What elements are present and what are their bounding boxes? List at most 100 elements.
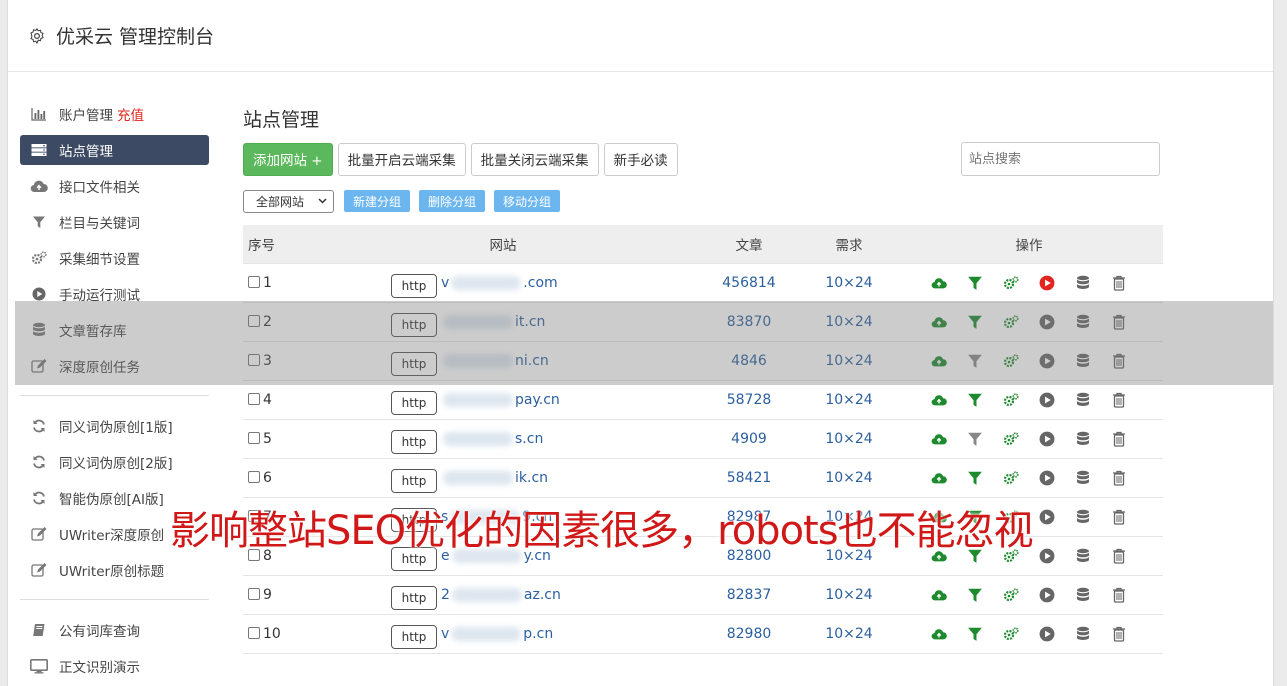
sidebar-item-g1-1[interactable]: 站点管理 xyxy=(20,135,209,165)
sidebar-item-label: 账户管理 xyxy=(59,108,113,124)
gears-icon[interactable] xyxy=(1003,275,1019,291)
sidebar-item-g1-4[interactable]: 采集细节设置 xyxy=(20,240,209,276)
recharge-link[interactable]: 充值 xyxy=(117,104,144,124)
database-icon[interactable] xyxy=(1075,587,1091,603)
play-circle-icon[interactable] xyxy=(1039,509,1055,525)
article-count[interactable]: 58421 xyxy=(695,457,803,497)
play-circle-icon[interactable] xyxy=(1039,548,1055,564)
batch-close-cloud-button[interactable]: 批量关闭云端采集 xyxy=(470,142,599,176)
trash-icon[interactable] xyxy=(1111,275,1127,291)
filter-icon[interactable] xyxy=(967,470,983,486)
cloud-upload-icon[interactable] xyxy=(931,275,947,291)
demand-value[interactable]: 10×24 xyxy=(803,418,895,458)
site-cell: http v p.cn xyxy=(311,613,695,654)
row-checkbox[interactable] xyxy=(248,275,260,288)
filter-icon[interactable] xyxy=(967,587,983,603)
site-domain-link[interactable]: ik.cn xyxy=(441,470,548,486)
sidebar-item-g3-1[interactable]: 正文识别演示 xyxy=(20,648,209,684)
demand-value[interactable]: 10×24 xyxy=(803,574,895,614)
filter-icon[interactable] xyxy=(967,431,983,447)
new-group-button[interactable]: 新建分组 xyxy=(344,190,411,212)
add-site-button[interactable]: 添加网站 + xyxy=(243,142,333,176)
move-group-button[interactable]: 移动分组 xyxy=(494,190,561,212)
group-select[interactable]: 全部网站 xyxy=(243,189,334,213)
gears-icon[interactable] xyxy=(1003,626,1019,642)
row-checkbox[interactable] xyxy=(248,470,260,483)
row-index: 6 xyxy=(263,469,272,486)
play-circle-icon[interactable] xyxy=(1039,392,1055,408)
row-checkbox[interactable] xyxy=(248,587,260,600)
cloud-upload-icon[interactable] xyxy=(931,626,947,642)
filter-icon[interactable] xyxy=(967,392,983,408)
table-row: 4 http pay.cn 58728 10×24 xyxy=(243,379,1163,419)
sidebar-item-label: 同义词伪原创[2版] xyxy=(59,456,173,472)
site-cell: http ik.cn xyxy=(311,457,695,497)
site-domain-link[interactable]: v p.cn xyxy=(441,626,553,642)
trash-icon[interactable] xyxy=(1111,509,1127,525)
sidebar-item-g1-2[interactable]: 接口文件相关 xyxy=(20,168,209,204)
sidebar-item-g1-3[interactable]: 栏目与关键词 xyxy=(20,204,209,240)
demand-value[interactable]: 10×24 xyxy=(803,379,895,419)
delete-group-button[interactable]: 删除分组 xyxy=(419,190,486,212)
trash-icon[interactable] xyxy=(1111,431,1127,447)
cloud-upload-icon[interactable] xyxy=(931,587,947,603)
cloud-upload-icon[interactable] xyxy=(931,431,947,447)
database-icon[interactable] xyxy=(1075,470,1091,486)
database-icon[interactable] xyxy=(1075,275,1091,291)
ops-cell xyxy=(895,262,1163,302)
trash-icon[interactable] xyxy=(1111,626,1127,642)
site-domain-link[interactable]: pay.cn xyxy=(441,392,560,408)
sidebar-item-g2-1[interactable]: 同义词伪原创[2版] xyxy=(20,444,209,480)
sidebar-item-g2-4[interactable]: UWriter原创标题 xyxy=(20,552,209,588)
site-domain-link[interactable]: s.cn xyxy=(441,431,543,447)
row-checkbox[interactable] xyxy=(248,626,260,639)
row-checkbox[interactable] xyxy=(248,392,260,405)
article-count[interactable]: 58728 xyxy=(695,379,803,419)
article-count[interactable]: 82837 xyxy=(695,574,803,614)
trash-icon[interactable] xyxy=(1111,392,1127,408)
sidebar-item-g3-0[interactable]: 公有词库查询 xyxy=(20,612,209,648)
refresh-icon xyxy=(30,490,48,506)
database-icon[interactable] xyxy=(1075,548,1091,564)
redacted-blur xyxy=(451,275,522,290)
trash-icon[interactable] xyxy=(1111,587,1127,603)
sidebar-item-g2-0[interactable]: 同义词伪原创[1版] xyxy=(20,408,209,444)
table-row: 6 http ik.cn 58421 10×24 xyxy=(243,457,1163,497)
table-row: 10 http v p.cn 82980 10×24 xyxy=(243,613,1163,654)
row-no: 1 xyxy=(243,262,311,302)
gears-icon[interactable] xyxy=(1003,431,1019,447)
cloud-upload-icon[interactable] xyxy=(931,470,947,486)
cloud-upload-icon[interactable] xyxy=(931,392,947,408)
article-count[interactable]: 82980 xyxy=(695,613,803,654)
gears-icon[interactable] xyxy=(1003,392,1019,408)
newbie-guide-button[interactable]: 新手必读 xyxy=(603,142,678,176)
play-circle-icon[interactable] xyxy=(1039,431,1055,447)
demand-value[interactable]: 10×24 xyxy=(803,262,895,302)
database-icon[interactable] xyxy=(1075,392,1091,408)
database-icon[interactable] xyxy=(1075,626,1091,642)
row-checkbox[interactable] xyxy=(248,431,260,444)
site-cell: http 2 az.cn xyxy=(311,574,695,614)
play-circle-icon[interactable] xyxy=(1039,275,1055,291)
batch-open-cloud-button[interactable]: 批量开启云端采集 xyxy=(337,142,466,176)
article-count[interactable]: 4909 xyxy=(695,418,803,458)
gears-icon[interactable] xyxy=(1003,470,1019,486)
protocol-badge: http xyxy=(391,468,437,493)
play-circle-icon[interactable] xyxy=(1039,470,1055,486)
play-circle-icon[interactable] xyxy=(1039,587,1055,603)
site-domain-link[interactable]: 2 az.cn xyxy=(441,587,561,603)
demand-value[interactable]: 10×24 xyxy=(803,613,895,654)
site-search-input[interactable] xyxy=(961,142,1160,176)
filter-icon[interactable] xyxy=(967,275,983,291)
database-icon[interactable] xyxy=(1075,509,1091,525)
trash-icon[interactable] xyxy=(1111,470,1127,486)
filter-icon[interactable] xyxy=(967,626,983,642)
site-domain-link[interactable]: v .com xyxy=(441,275,558,291)
demand-value[interactable]: 10×24 xyxy=(803,457,895,497)
trash-icon[interactable] xyxy=(1111,548,1127,564)
article-count[interactable]: 456814 xyxy=(695,262,803,302)
database-icon[interactable] xyxy=(1075,431,1091,447)
sidebar-item-g1-0[interactable]: 账户管理 充值 xyxy=(20,96,209,132)
play-circle-icon[interactable] xyxy=(1039,626,1055,642)
gears-icon[interactable] xyxy=(1003,587,1019,603)
